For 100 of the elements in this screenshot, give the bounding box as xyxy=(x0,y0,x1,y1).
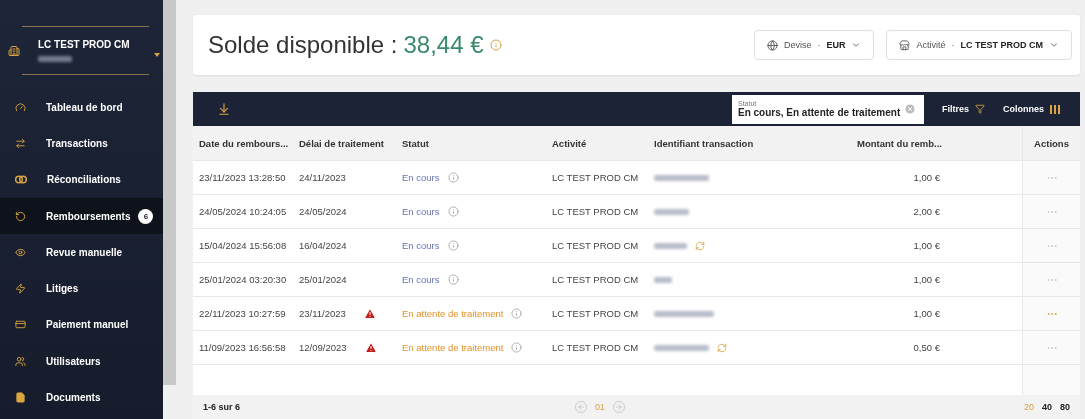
field-value: En cours, En attente de traitement xyxy=(737,107,901,119)
selector-value: LC TEST PROD CM xyxy=(960,40,1043,51)
table-cell: 12/09/2023 xyxy=(293,331,396,364)
selector-value: EUR xyxy=(826,40,846,51)
rings-icon xyxy=(15,175,27,185)
download-icon[interactable] xyxy=(217,102,231,117)
scrollbar[interactable] xyxy=(163,0,176,385)
sidebar-label: Utilisateurs xyxy=(46,355,101,367)
filters-button[interactable]: Filtres xyxy=(941,104,985,115)
redacted-text xyxy=(654,310,714,317)
sidebar-item[interactable]: Réconciliations xyxy=(0,161,163,198)
table-cell-text: 1,00 € xyxy=(912,307,941,321)
sidebar-label: Tableau de bord xyxy=(46,101,123,113)
lightning-icon xyxy=(15,283,26,295)
sidebar-item[interactable]: Paiement manuel xyxy=(0,306,163,344)
redacted-text xyxy=(654,344,709,351)
column-header[interactable]: Date du rembours... xyxy=(193,126,293,160)
sidebar-item[interactable]: Utilisateurs xyxy=(0,343,163,380)
table-cell: 23/11/2023 xyxy=(293,297,396,330)
page-number: 01 xyxy=(595,402,605,412)
table-cell-text: 24/05/2024 xyxy=(298,205,348,219)
clear-icon[interactable] xyxy=(904,103,917,116)
building-icon xyxy=(8,44,20,57)
table-cell-text: 1,00 € xyxy=(912,273,941,287)
info-icon xyxy=(447,206,459,217)
table-cell-text: 24/11/2023 xyxy=(298,171,347,185)
card-icon xyxy=(15,319,26,331)
separator-dot: · xyxy=(951,40,955,51)
table-cell-text: LC TEST PROD CM xyxy=(551,239,640,253)
organization-name: LC TEST PROD CM xyxy=(38,39,130,50)
table-cell-text: LC TEST PROD CM xyxy=(551,205,640,219)
sidebar-item[interactable]: Documents xyxy=(0,379,163,416)
table-cell-text: 1,00 € xyxy=(912,239,941,253)
gauge-icon xyxy=(15,101,26,113)
redacted-text xyxy=(654,276,672,283)
sidebar-label: Paiement manuel xyxy=(46,319,129,331)
status-text: En cours xyxy=(402,240,440,251)
row-range: 1-6 sur 6 xyxy=(203,402,241,412)
redacted-text xyxy=(38,56,72,62)
table-cell-text: 22/11/2023 10:27:59 xyxy=(198,307,287,321)
next-page-icon[interactable] xyxy=(613,401,625,413)
arrows-icon xyxy=(15,137,26,149)
table-cell-text: LC TEST PROD CM xyxy=(551,171,640,185)
columns-button[interactable]: Colonnes xyxy=(1003,104,1060,115)
table-cell-text: 24/05/2024 10:24:05 xyxy=(198,205,288,219)
balance-label: Solde disponible : xyxy=(208,31,398,60)
column-header[interactable]: Activité xyxy=(546,126,648,160)
sidebar-item[interactable]: Remboursements 6 xyxy=(0,197,163,235)
users-icon xyxy=(15,355,26,367)
table-cell-text: 15/04/2024 15:56:08 xyxy=(198,239,288,253)
info-icon xyxy=(447,240,459,251)
sidebar-label: Transactions xyxy=(46,137,108,149)
sidebar-label: Remboursements xyxy=(46,210,131,222)
status-text: En cours xyxy=(402,274,440,285)
sidebar-item[interactable]: Transactions xyxy=(0,125,163,162)
redacted-text xyxy=(654,174,709,181)
info-icon xyxy=(511,342,523,353)
status-text: En attente de traitement xyxy=(402,342,504,353)
status-text: En attente de traitement xyxy=(402,308,504,319)
column-header[interactable]: Identifiant transaction xyxy=(648,126,851,160)
table-cell-text: 25/01/2024 xyxy=(298,273,348,287)
status-text: En cours xyxy=(402,206,440,217)
sidebar-item[interactable]: Tableau de bord xyxy=(0,89,163,126)
info-icon xyxy=(447,274,459,285)
separator-dot: · xyxy=(817,40,821,51)
table-cell-text: LC TEST PROD CM xyxy=(551,273,640,287)
table-cell-text: LC TEST PROD CM xyxy=(551,307,640,321)
status-text: En cours xyxy=(402,172,440,183)
page-size-option[interactable]: 80 xyxy=(1056,402,1074,412)
redacted-text xyxy=(654,242,687,249)
dropdown-selector[interactable]: Devise · EUR xyxy=(753,30,875,61)
info-icon xyxy=(511,308,523,319)
page-size-option[interactable]: 40 xyxy=(1037,402,1056,412)
document-icon xyxy=(15,392,26,403)
sidebar-label: Réconciliations xyxy=(47,174,121,186)
table-cell-text: 0,50 € xyxy=(912,341,941,355)
column-header[interactable]: Délai de traitement xyxy=(293,126,396,160)
redacted-text xyxy=(654,208,689,215)
column-header[interactable]: Montant du remb... xyxy=(851,126,946,160)
table-cell-text: 11/09/2023 16:56:58 xyxy=(198,341,287,355)
dropdown-selector[interactable]: Activité · LC TEST PROD CM xyxy=(886,30,1072,61)
table-cell-text: LC TEST PROD CM xyxy=(551,341,640,355)
organization-selector[interactable]: LC TEST PROD CM xyxy=(0,27,163,74)
store-icon xyxy=(899,39,911,51)
table-cell-text: 1,00 € xyxy=(912,171,941,185)
column-header[interactable]: Statut xyxy=(396,126,546,160)
filter-icon xyxy=(975,104,985,115)
globe-icon xyxy=(766,39,778,51)
balance-amount: 38,44 € xyxy=(403,31,484,60)
eye-icon xyxy=(15,246,26,258)
previous-page-icon[interactable] xyxy=(575,401,587,413)
sidebar-label: Revue manuelle xyxy=(46,246,123,258)
sidebar-label: Documents xyxy=(46,392,101,403)
table-cell-text: 16/04/2024 xyxy=(298,239,348,253)
info-icon xyxy=(489,39,502,52)
table-cell-text: 25/01/2024 03:20:30 xyxy=(198,273,288,287)
sidebar-item[interactable]: Revue manuelle xyxy=(0,234,163,271)
table-cell-text: 2,00 € xyxy=(912,205,941,219)
sidebar-item[interactable]: Litiges xyxy=(0,270,163,307)
selector-label: Activité xyxy=(916,40,946,51)
